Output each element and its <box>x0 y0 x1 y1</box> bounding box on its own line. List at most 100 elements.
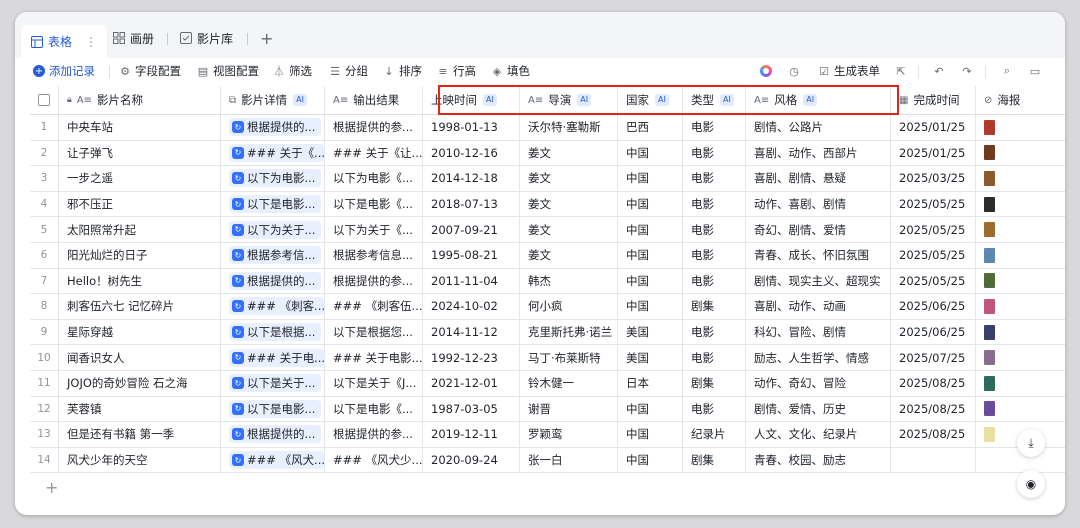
cell-detail[interactable]: ↻ 以下是关于... <box>221 371 325 397</box>
cell-poster[interactable] <box>976 371 1065 397</box>
add-tab-button[interactable]: + <box>260 25 273 51</box>
poster-thumbnail[interactable] <box>984 401 995 417</box>
cell-director[interactable]: 姜文 <box>520 140 618 167</box>
cell-name[interactable]: 中央车站 <box>59 115 221 141</box>
cell-name[interactable]: 太阳照常升起 <box>59 217 221 243</box>
cell-style[interactable]: 剧情、爱情、历史 <box>746 396 891 423</box>
column-header-2[interactable]: ⧉ 影片详情 AI <box>221 86 325 115</box>
row-height-button[interactable]: ≡ 行高 <box>437 62 476 80</box>
cell-type[interactable]: 电影 <box>683 140 746 167</box>
ai-result-chip[interactable]: ↻ 以下是电影... <box>229 399 322 418</box>
cell-type[interactable]: 电影 <box>683 166 746 192</box>
download-button[interactable]: ⤓ <box>1017 429 1045 457</box>
poster-thumbnail[interactable] <box>984 426 995 442</box>
cell-done[interactable] <box>891 447 976 474</box>
cell-director[interactable]: 何小疯 <box>520 294 618 320</box>
cell-name[interactable]: 芙蓉镇 <box>59 396 221 423</box>
table-row[interactable]: 13 但是还有书籍 第一季 ↻ 根据提供的... 根据提供的参... 2019-12-11… <box>30 422 1065 448</box>
cell-done[interactable]: 2025/05/25 <box>891 243 976 269</box>
cell-done[interactable]: 2025/07/25 <box>891 345 976 371</box>
cell-output[interactable]: 以下是电影《... <box>325 396 423 423</box>
ai-result-chip[interactable]: ↻ ### 关于《... <box>229 143 324 162</box>
cell-style[interactable]: 青春、成长、怀旧氛围 <box>746 243 891 269</box>
ai-result-chip[interactable]: ↻ 以下是电影... <box>229 195 322 214</box>
cell-done[interactable]: 2025/08/25 <box>891 422 976 448</box>
search-button[interactable]: ⌕ <box>1001 62 1013 80</box>
cell-done[interactable]: 2025/05/25 <box>891 217 976 243</box>
cell-director[interactable]: 谢晋 <box>520 396 618 423</box>
cell-done[interactable]: 2025/06/25 <box>891 319 976 346</box>
cell-style[interactable]: 奇幻、剧情、爱情 <box>746 217 891 243</box>
cell-country[interactable]: 中国 <box>618 422 683 448</box>
cell-name[interactable]: 阳光灿烂的日子 <box>59 243 221 269</box>
cell-style[interactable]: 科幻、冒险、剧情 <box>746 319 891 346</box>
ai-result-chip[interactable]: ↻ 根据提供的... <box>229 118 322 137</box>
cell-detail[interactable]: ↻ ### 关于《... <box>221 140 325 167</box>
cell-date[interactable]: 2010-12-16 <box>423 140 520 167</box>
table-row[interactable]: 14 风犬少年的天空 ↻ ### 《风犬... ### 《风犬少... 2020-09-2… <box>30 447 1065 474</box>
cell-style[interactable]: 喜剧、剧情、悬疑 <box>746 166 891 192</box>
cell-name[interactable]: 但是还有书籍 第一季 <box>59 422 221 448</box>
cell-director[interactable]: 罗颖鸾 <box>520 422 618 448</box>
cell-country[interactable]: 中国 <box>618 268 683 295</box>
poster-thumbnail[interactable] <box>984 350 995 366</box>
cell-type[interactable]: 电影 <box>683 191 746 218</box>
table-row[interactable]: 4 邪不压正 ↻ 以下是电影... 以下是电影《... 2018-07-13 姜文 中国 电影 动… <box>30 191 1065 218</box>
cell-output[interactable]: 以下为关于《... <box>325 217 423 243</box>
cell-output[interactable]: 根据提供的参... <box>325 115 423 141</box>
cell-done[interactable]: 2025/08/25 <box>891 371 976 397</box>
ai-result-chip[interactable]: ↻ ### 《风犬... <box>229 451 324 470</box>
table-row[interactable]: 8 刺客伍六七 记忆碎片 ↻ ### 《刺客... ### 《刺客伍... 2024-10… <box>30 294 1065 320</box>
cell-date[interactable]: 2021-12-01 <box>423 371 520 397</box>
table-row[interactable]: 3 一步之遥 ↻ 以下为电影... 以下为电影《... 2014-12-18 姜文 中国 电影 喜… <box>30 166 1065 192</box>
cell-date[interactable]: 1992-12-23 <box>423 345 520 371</box>
ai-result-chip[interactable]: ↻ 以下为关于... <box>229 220 322 239</box>
cell-director[interactable]: 铃木健一 <box>520 371 618 397</box>
cell-detail[interactable]: ↻ 以下是电影... <box>221 191 325 218</box>
table-row[interactable]: 5 太阳照常升起 ↻ 以下为关于... 以下为关于《... 2007-09-21 姜文 中国 电… <box>30 217 1065 243</box>
cell-poster[interactable] <box>976 243 1065 269</box>
cell-detail[interactable]: ↻ 以下为关于... <box>221 217 325 243</box>
cell-output[interactable]: 以下是电影《... <box>325 191 423 218</box>
cell-date[interactable]: 2024-10-02 <box>423 294 520 320</box>
ai-result-chip[interactable]: ↻ 以下是根据... <box>229 323 322 342</box>
poster-thumbnail[interactable] <box>984 222 995 238</box>
cell-date[interactable]: 2019-12-11 <box>423 422 520 448</box>
tab-more-icon[interactable]: ⋮ <box>85 35 97 49</box>
cell-name[interactable]: 星际穿越 <box>59 319 221 346</box>
cell-country[interactable]: 中国 <box>618 191 683 218</box>
cell-director[interactable]: 姜文 <box>520 217 618 243</box>
cell-output[interactable]: ### 关于电影... <box>325 345 423 371</box>
cell-style[interactable]: 剧情、现实主义、超现实 <box>746 268 891 295</box>
cell-output[interactable]: 根据提供的参... <box>325 422 423 448</box>
cell-style[interactable]: 动作、喜剧、剧情 <box>746 191 891 218</box>
select-all-checkbox[interactable] <box>30 86 59 115</box>
cell-country[interactable]: 巴西 <box>618 115 683 141</box>
cell-type[interactable]: 电影 <box>683 345 746 371</box>
cell-style[interactable]: 励志、人生哲学、情感 <box>746 345 891 371</box>
cell-detail[interactable]: ↻ 以下是电影... <box>221 396 325 423</box>
cell-country[interactable]: 中国 <box>618 447 683 474</box>
poster-thumbnail[interactable] <box>984 170 995 186</box>
comment-button[interactable]: ▭ <box>1029 62 1041 80</box>
poster-thumbnail[interactable] <box>984 196 995 212</box>
cell-date[interactable]: 2007-09-21 <box>423 217 520 243</box>
cell-detail[interactable]: ↻ 以下为电影... <box>221 166 325 192</box>
preview-button[interactable]: ◉ <box>1017 470 1045 498</box>
cell-done[interactable]: 2025/01/25 <box>891 115 976 141</box>
cell-type[interactable]: 剧集 <box>683 294 746 320</box>
cell-director[interactable]: 张一白 <box>520 447 618 474</box>
field-config-button[interactable]: ⚙ 字段配置 <box>119 62 181 80</box>
cell-poster[interactable] <box>976 320 1065 346</box>
ai-result-chip[interactable]: ↻ ### 关于电... <box>229 348 324 367</box>
cell-output[interactable]: 根据参考信息... <box>325 243 423 269</box>
cell-done[interactable]: 2025/05/25 <box>891 191 976 218</box>
cell-output[interactable]: 根据提供的参... <box>325 268 423 295</box>
cell-done[interactable]: 2025/05/25 <box>891 268 976 295</box>
cell-country[interactable]: 中国 <box>618 294 683 320</box>
cell-type[interactable]: 电影 <box>683 268 746 295</box>
cell-detail[interactable]: ↻ 以下是根据... <box>221 319 325 346</box>
cell-output[interactable]: 以下是根据您... <box>325 319 423 346</box>
column-header-4[interactable]: 上映时间 AI <box>423 86 520 115</box>
table-row[interactable]: 1 中央车站 ↻ 根据提供的... 根据提供的参... 1998-01-13 沃尔特·塞勒斯… <box>30 115 1065 141</box>
